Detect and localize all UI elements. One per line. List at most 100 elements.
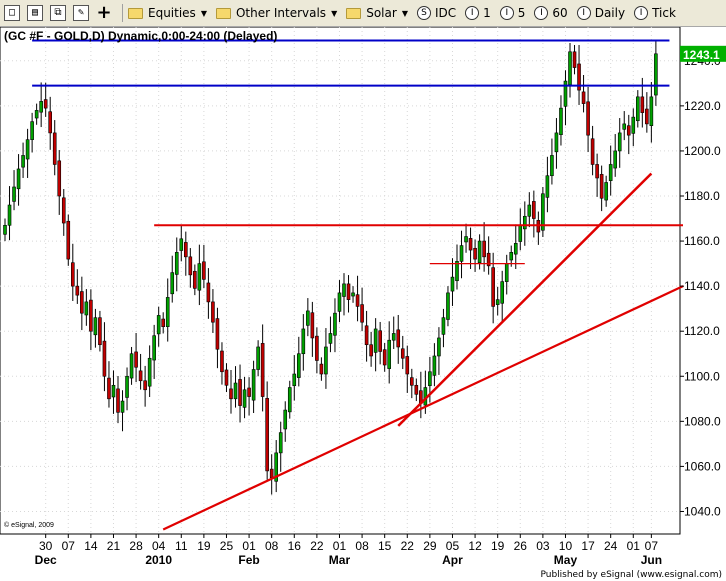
interval-idc-button[interactable]: S IDC bbox=[416, 3, 456, 24]
x-tick-label: 03 bbox=[536, 539, 550, 553]
candle-body-up bbox=[283, 409, 288, 430]
candle-body-up bbox=[120, 400, 125, 413]
candle-body-down bbox=[57, 160, 62, 197]
last-price-label: 1243.1 bbox=[683, 48, 720, 62]
interval-1-button[interactable]: I 1 bbox=[465, 3, 491, 24]
candle-body-down bbox=[52, 132, 57, 165]
candle-body-up bbox=[333, 312, 337, 336]
candle-body-down bbox=[369, 344, 373, 357]
copy-icon[interactable]: ⧉ bbox=[48, 3, 68, 24]
candle-body-down bbox=[482, 240, 486, 258]
candle-body-up bbox=[156, 315, 161, 335]
candle-body-up bbox=[174, 252, 179, 275]
interval-60-label: 60 bbox=[552, 6, 568, 20]
footer-credit: Published by eSignal (www.esignal.com) bbox=[540, 570, 722, 580]
candle-body-up bbox=[527, 204, 532, 217]
candle-body-up bbox=[197, 263, 202, 291]
candle-body-up bbox=[464, 236, 468, 243]
x-tick-label: 04 bbox=[152, 539, 166, 553]
solar-label: Solar bbox=[366, 6, 397, 20]
interval-tick-button[interactable]: I Tick bbox=[634, 3, 676, 24]
candle-body-down bbox=[211, 301, 215, 323]
candle-body-down bbox=[238, 379, 242, 406]
candle-body-down bbox=[89, 299, 93, 332]
interval-60-button[interactable]: I 60 bbox=[534, 3, 568, 24]
candle-body-down bbox=[581, 91, 586, 104]
equities-menu[interactable]: Equities ▼ bbox=[128, 3, 207, 24]
x-month-label: Mar bbox=[329, 553, 351, 567]
interval-icon: I bbox=[499, 6, 514, 20]
candle-body-down bbox=[102, 340, 107, 377]
candle-body-up bbox=[111, 384, 116, 398]
candle-body-up bbox=[631, 116, 636, 134]
interval-5-button[interactable]: I 5 bbox=[499, 3, 526, 24]
x-tick-label: 22 bbox=[401, 539, 415, 553]
candle-body-up bbox=[147, 357, 152, 387]
candle-body-up bbox=[337, 292, 342, 312]
y-tick-label: 1100.0 bbox=[684, 369, 720, 383]
candle-body-down bbox=[599, 174, 604, 199]
folder-icon bbox=[128, 7, 143, 19]
folder-icon bbox=[346, 7, 362, 19]
print-icon[interactable]: ▤ bbox=[25, 3, 45, 24]
candle-body-up bbox=[12, 186, 16, 202]
candle-body-up bbox=[373, 328, 378, 353]
candle-body-up bbox=[437, 337, 441, 357]
y-tick-label: 1120.0 bbox=[684, 324, 720, 338]
candle-body-up bbox=[649, 96, 654, 126]
candle-body-up bbox=[328, 333, 333, 344]
candle-body-down bbox=[247, 387, 251, 397]
add-icon[interactable]: + bbox=[94, 3, 114, 24]
candle-body-down bbox=[586, 101, 590, 136]
x-month-label: Apr bbox=[442, 553, 463, 567]
candle-body-up bbox=[495, 299, 500, 305]
candle-body-up bbox=[518, 224, 523, 242]
x-tick-label: 17 bbox=[581, 539, 595, 553]
x-tick-label: 08 bbox=[355, 539, 369, 553]
x-tick-label: 24 bbox=[604, 539, 618, 553]
candle-body-down bbox=[414, 384, 419, 395]
x-tick-label: 11 bbox=[175, 539, 188, 553]
symbol-icon: S bbox=[416, 6, 431, 20]
other-intervals-menu[interactable]: Other Intervals ▼ bbox=[215, 3, 337, 24]
interval-daily-button[interactable]: I Daily bbox=[576, 3, 625, 24]
chart-title: (GC #F - GOLD,D) Dynamic,0:00-24:00 (Del… bbox=[4, 29, 277, 43]
x-tick-label: 15 bbox=[378, 539, 392, 553]
y-tick-label: 1160.0 bbox=[684, 234, 720, 248]
candle-body-up bbox=[554, 132, 559, 153]
candle-body-down bbox=[645, 108, 649, 125]
x-tick-label: 30 bbox=[39, 539, 53, 553]
candle-body-down bbox=[590, 138, 595, 165]
candle-body-down bbox=[75, 285, 80, 296]
edit-icon[interactable]: ✎ bbox=[71, 3, 91, 24]
candle-body-up bbox=[391, 333, 396, 341]
candle-body-up bbox=[242, 389, 247, 408]
y-tick-label: 1200.0 bbox=[684, 144, 721, 158]
candle-body-up bbox=[7, 204, 12, 226]
interval-5-label: 5 bbox=[517, 6, 526, 20]
solar-menu[interactable]: Solar ▼ bbox=[346, 3, 408, 24]
candle-body-down bbox=[595, 164, 599, 179]
candle-body-up bbox=[152, 335, 156, 361]
candle-body-down bbox=[364, 325, 369, 346]
price-chart[interactable]: 1040.0 1060.0 1080.0 1100.0 1120.0 1140.0 1160… bbox=[0, 27, 726, 581]
candle-body-up bbox=[622, 123, 627, 130]
candle-body-up bbox=[459, 245, 464, 262]
candle-body-up bbox=[324, 346, 328, 375]
candle-body-down bbox=[61, 197, 66, 224]
candle-body-down bbox=[640, 96, 645, 113]
x-month-label: Feb bbox=[238, 553, 259, 567]
candle-body-up bbox=[550, 155, 554, 177]
candle-body-down bbox=[310, 312, 315, 339]
candle-body-down bbox=[143, 380, 147, 391]
chart-toolbar: □ ▤ ⧉ ✎ + Equities ▼ Other Intervals ▼ S… bbox=[0, 0, 726, 27]
candle-body-up bbox=[446, 292, 450, 320]
x-tick-label: 12 bbox=[468, 539, 482, 553]
lock-icon[interactable]: □ bbox=[2, 3, 22, 24]
x-axis: 30 07 14 21 28 04 11 19 25 01 08 16 22 01 08 15 22 29 05 12… bbox=[35, 534, 662, 567]
candle-body-down bbox=[43, 99, 48, 109]
candle-body-up bbox=[278, 432, 283, 454]
candle-body-up bbox=[432, 355, 437, 376]
candle-body-down bbox=[409, 377, 414, 386]
interval-icon: I bbox=[634, 6, 649, 20]
